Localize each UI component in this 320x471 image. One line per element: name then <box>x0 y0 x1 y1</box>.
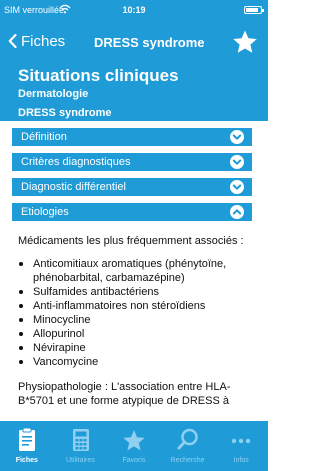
status-bar: SIM verrouillée 10:19 <box>0 0 268 20</box>
chevron-down-icon[interactable] <box>230 155 244 169</box>
topic-label: DRESS syndrome <box>18 107 112 119</box>
tab-label: Recherche <box>170 457 205 464</box>
list-item: Minocycline <box>18 313 254 327</box>
list-item: Sulfamides antibactériens <box>18 285 254 299</box>
section-title: Situations cliniques <box>18 66 179 85</box>
list-item: Vancomycine <box>18 355 254 369</box>
accordion-label: Etiologies <box>21 206 69 218</box>
tab-label: Utilitaires <box>65 457 95 464</box>
tab-label: Favoris <box>122 457 146 464</box>
calculator-icon <box>72 429 89 451</box>
etiologies-content: Médicaments les plus fréquemment associé… <box>18 234 254 419</box>
favorite-star-icon[interactable] <box>232 29 258 55</box>
list-item: Allopurinol <box>18 327 254 341</box>
list-item: Anticomitiaux aromatiques (phénytoïne, p… <box>18 257 254 285</box>
accordion-label: Diagnostic différentiel <box>21 181 126 193</box>
more-icon <box>232 438 251 444</box>
tab-recherche[interactable]: Recherche <box>161 421 215 471</box>
physiopathology-text: Physiopathologie : L'association entre H… <box>18 381 231 407</box>
tab-bar: Fiches Utilitaires Favoris Recherche Inf… <box>0 421 268 471</box>
tab-infos[interactable]: Infos <box>214 421 268 471</box>
battery-icon <box>244 6 264 14</box>
tab-label: Infos <box>233 457 249 464</box>
drug-list: Anticomitiaux aromatiques (phénytoïne, p… <box>18 257 254 369</box>
back-button-label: Fiches <box>21 33 66 50</box>
chevron-down-icon[interactable] <box>230 130 244 144</box>
tab-favoris[interactable]: Favoris <box>107 421 161 471</box>
accordion-label: Critères diagnostiques <box>21 156 131 168</box>
list-item: Névirapine <box>18 341 254 355</box>
accordion-diagnostic-differentiel[interactable]: Diagnostic différentiel <box>12 178 252 196</box>
back-button[interactable]: Fiches <box>8 33 65 50</box>
document-icon <box>19 427 35 451</box>
accordion-definition[interactable]: Définition <box>12 128 252 146</box>
accordion-criteres[interactable]: Critères diagnostiques <box>12 153 252 171</box>
list-item: Anti-inflammatoires non stéroïdiens <box>18 299 254 313</box>
section-header: Situations cliniques Dermatologie DRESS … <box>0 64 268 121</box>
specialty-label: Dermatologie <box>18 88 89 100</box>
clock: 10:19 <box>122 5 146 15</box>
tab-fiches[interactable]: Fiches <box>0 421 54 471</box>
tab-label: Fiches <box>15 457 38 464</box>
page-title: DRESS syndrome <box>94 35 205 50</box>
accordion-label: Définition <box>21 131 67 143</box>
tab-utilitaires[interactable]: Utilitaires <box>54 421 108 471</box>
navigation-bar: Fiches DRESS syndrome <box>0 20 268 64</box>
content-intro: Médicaments les plus fréquemment associé… <box>18 235 244 247</box>
star-icon <box>123 430 145 451</box>
chevron-left-icon <box>8 33 17 50</box>
search-icon <box>177 428 198 450</box>
chevron-up-icon[interactable] <box>230 205 244 219</box>
accordion-etiologies[interactable]: Etiologies <box>12 203 252 221</box>
chevron-down-icon[interactable] <box>230 180 244 194</box>
